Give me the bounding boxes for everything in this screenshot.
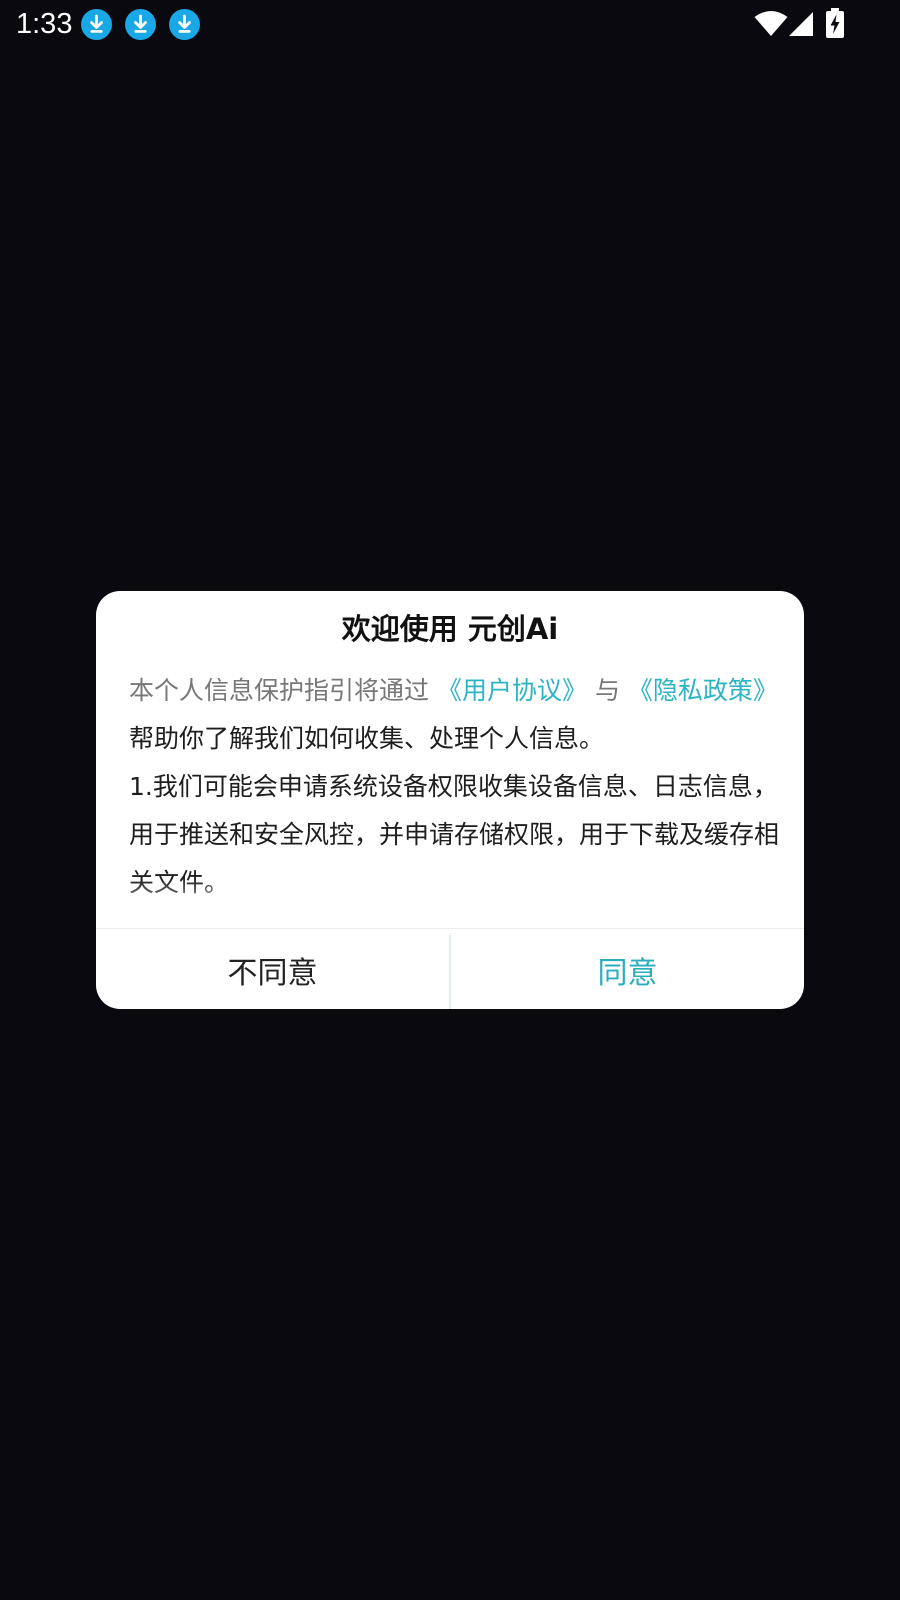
download-icon <box>125 9 156 40</box>
privacy-policy-link[interactable]: 《隐私政策》 <box>628 676 778 705</box>
intro-suffix: 帮助你了解我们如何收集、处理个人信息。 <box>129 724 605 753</box>
permission-item-1: 1.我们可能会申请系统设备权限收集设备信息、日志信息，用于推送和安全风控，并申请… <box>129 772 780 897</box>
intro-prefix: 本个人信息保护指引将通过 <box>129 676 430 705</box>
agree-button[interactable]: 同意 <box>451 929 804 1009</box>
dialog-footer: 不同意 同意 <box>96 928 804 1009</box>
privacy-dialog: 欢迎使用 元创Ai 本个人信息保护指引将通过 《用户协议》 与 《隐私政策》 帮… <box>96 591 804 1009</box>
signal-icon <box>789 12 813 36</box>
download-icon <box>169 9 200 40</box>
battery-charging-icon <box>826 8 844 38</box>
status-time: 1:33 <box>16 8 73 40</box>
status-bar: 1:33 <box>0 0 900 48</box>
user-agreement-link[interactable]: 《用户协议》 <box>437 676 587 705</box>
disagree-button[interactable]: 不同意 <box>96 929 449 1009</box>
intro-connector: 与 <box>594 676 620 705</box>
wifi-icon <box>754 11 788 36</box>
download-icon <box>81 9 112 40</box>
dialog-title: 欢迎使用 元创Ai <box>341 612 559 646</box>
dialog-body[interactable]: 本个人信息保护指引将通过 《用户协议》 与 《隐私政策》 帮助你了解我们如何收集… <box>129 667 781 919</box>
intro-paragraph: 本个人信息保护指引将通过 《用户协议》 与 《隐私政策》 帮助你了解我们如何收集… <box>129 667 781 763</box>
